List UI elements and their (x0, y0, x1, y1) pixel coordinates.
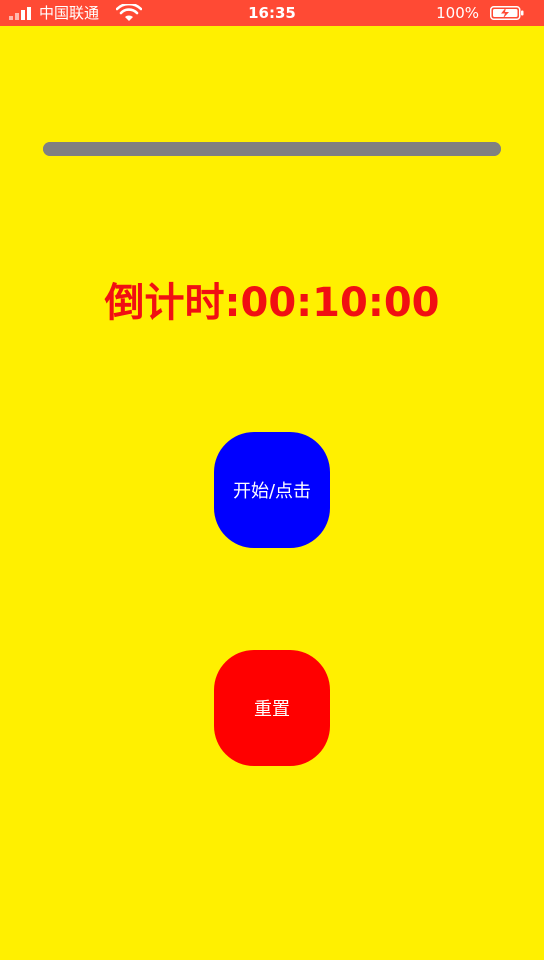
start-button-label: 开始/点击 (232, 481, 312, 502)
status-bar: 中国联通 16:35 100% (0, 0, 544, 26)
progress-fill (43, 142, 501, 156)
reset-button-label: 重置 (254, 699, 290, 720)
battery-percent: 100% (436, 4, 479, 22)
countdown-value: 00:10:00 (240, 280, 440, 326)
countdown-progress-bar (43, 142, 501, 156)
start-button[interactable]: 开始/点击 (214, 432, 330, 548)
countdown-label: 倒计时: (104, 280, 241, 326)
reset-button[interactable]: 重置 (214, 650, 330, 766)
countdown-display: 倒计时:00:10:00 (0, 268, 544, 338)
battery-charging-icon (490, 6, 524, 20)
